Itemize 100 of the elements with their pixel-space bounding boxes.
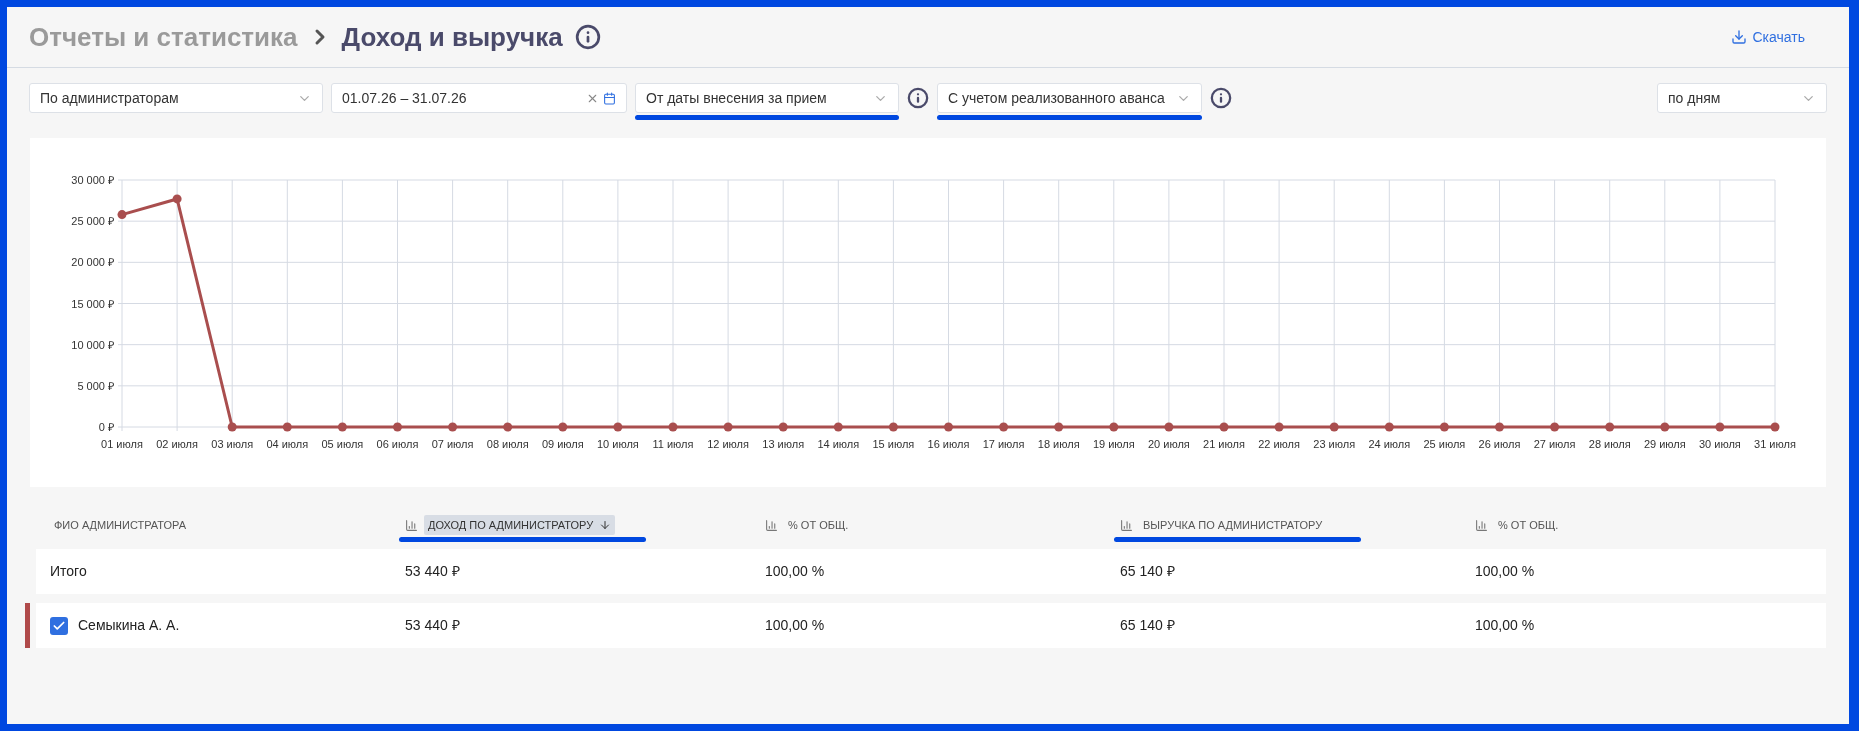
x-axis-label: 02 июля bbox=[156, 438, 198, 450]
table-row[interactable]: Семыкина А. А. 53 440 ₽ 100,00 % 65 140 ₽ 100,00 % bbox=[36, 603, 1826, 648]
data-point bbox=[1605, 422, 1615, 432]
x-axis-label: 05 июля bbox=[321, 438, 364, 450]
y-axis-label: 25 000 ₽ bbox=[71, 215, 114, 228]
data-point bbox=[337, 422, 347, 432]
column-header[interactable]: ФИО АДМИНИСТРАТОРА bbox=[50, 514, 191, 536]
data-point bbox=[1329, 422, 1339, 432]
data-point bbox=[833, 422, 843, 432]
x-axis-label: 12 июля bbox=[707, 438, 749, 450]
x-axis-label: 25 июля bbox=[1423, 438, 1466, 450]
data-point bbox=[944, 422, 953, 432]
data-point bbox=[1384, 422, 1394, 432]
data-point bbox=[1495, 422, 1504, 432]
data-point bbox=[1770, 422, 1780, 432]
calendar-icon[interactable] bbox=[603, 91, 616, 105]
table-cell-text: 100,00 % bbox=[765, 616, 825, 635]
table-cell-text: 53 440 ₽ bbox=[405, 562, 460, 581]
column-header[interactable]: % ОТ ОБЩ. bbox=[1494, 514, 1563, 536]
x-axis-label: 31 июля bbox=[1754, 438, 1796, 450]
table-cell-text: 100,00 % bbox=[1475, 616, 1535, 635]
y-axis-label: 20 000 ₽ bbox=[71, 256, 114, 269]
x-axis-label: 26 июля bbox=[1478, 438, 1521, 450]
x-axis-label: 01 июля bbox=[101, 438, 143, 450]
x-axis-label: 14 июля bbox=[817, 438, 860, 450]
data-point bbox=[1274, 422, 1284, 432]
data-point bbox=[393, 422, 402, 432]
info-icon[interactable] bbox=[907, 87, 929, 109]
x-axis-label: 03 июля bbox=[211, 438, 254, 450]
data-point bbox=[503, 422, 513, 432]
dropdown-select[interactable]: С учетом реализованного аванса bbox=[937, 83, 1202, 113]
x-axis-label: 17 июля bbox=[982, 438, 1025, 450]
download-button[interactable]: Скачать bbox=[1730, 26, 1805, 48]
table-cell-text: 100,00 % bbox=[765, 562, 825, 581]
x-axis-label: 22 июля bbox=[1258, 438, 1300, 450]
data-point bbox=[282, 422, 292, 432]
x-axis-label: 15 июля bbox=[872, 438, 915, 450]
data-point bbox=[1550, 422, 1560, 432]
x-axis-label: 06 июля bbox=[376, 438, 419, 450]
x-axis-label: 30 июля bbox=[1699, 438, 1741, 450]
table-cell-text: 100,00 % bbox=[1475, 562, 1535, 581]
data-point bbox=[1164, 422, 1174, 432]
data-point bbox=[778, 422, 788, 432]
data-point bbox=[1660, 422, 1670, 432]
x-axis-label: 18 июля bbox=[1037, 438, 1080, 450]
page-title: Доход и выручка bbox=[341, 20, 563, 54]
table-cell-text: 65 140 ₽ bbox=[1120, 562, 1175, 581]
data-point bbox=[1054, 422, 1064, 432]
y-axis-label: 30 000 ₽ bbox=[71, 174, 114, 186]
info-icon[interactable] bbox=[1210, 87, 1232, 109]
table-cell-text: Семыкина А. А. bbox=[78, 616, 180, 635]
x-axis-label: 21 июля bbox=[1203, 438, 1245, 450]
data-point bbox=[723, 422, 733, 432]
table-cell-text: 65 140 ₽ bbox=[1120, 616, 1175, 635]
date-range-field[interactable]: 01.07.26 – 31.07.26 bbox=[331, 83, 627, 113]
data-point bbox=[888, 422, 898, 432]
y-axis-label: 5 000 ₽ bbox=[77, 379, 114, 392]
column-header[interactable]: % ОТ ОБЩ. bbox=[784, 514, 853, 536]
data-point bbox=[613, 422, 623, 432]
x-axis-label: 07 июля bbox=[431, 438, 474, 450]
x-axis-label: 27 июля bbox=[1533, 438, 1576, 450]
info-icon[interactable] bbox=[574, 24, 601, 50]
dropdown-select[interactable]: От даты внесения за прием bbox=[635, 83, 899, 113]
column-header[interactable]: ДОХОД ПО АДМИНИСТРАТОРУ bbox=[424, 514, 616, 536]
data-point bbox=[1219, 422, 1229, 432]
data-point bbox=[1439, 422, 1449, 432]
x-axis-label: 11 июля bbox=[652, 438, 694, 450]
x-axis-label: 23 июля bbox=[1313, 438, 1356, 450]
x-axis-label: 16 июля bbox=[927, 438, 970, 450]
x-axis-label: 29 июля bbox=[1643, 438, 1686, 450]
x-axis-label: 20 июля bbox=[1148, 438, 1190, 450]
x-axis-label: 04 июля bbox=[266, 438, 309, 450]
download-icon bbox=[1730, 29, 1747, 45]
y-axis-label: 0 ₽ bbox=[98, 421, 114, 433]
y-axis-label: 10 000 ₽ bbox=[71, 338, 114, 351]
dropdown-select[interactable]: По администраторам bbox=[29, 83, 323, 113]
sort-arrow-icon bbox=[599, 519, 612, 531]
data-point bbox=[448, 422, 458, 432]
checkbox[interactable] bbox=[50, 616, 68, 635]
dropdown-select[interactable]: по дням bbox=[1657, 83, 1827, 113]
table-cell-text: Итого bbox=[50, 562, 87, 581]
data-point bbox=[999, 422, 1009, 432]
chart-icon[interactable] bbox=[765, 518, 778, 532]
x-axis-label: 24 июля bbox=[1368, 438, 1411, 450]
data-point bbox=[172, 194, 182, 204]
data-point bbox=[117, 210, 127, 220]
data-point bbox=[1715, 422, 1725, 432]
x-axis-label: 19 июля bbox=[1092, 438, 1135, 450]
x-axis-label: 08 июля bbox=[486, 438, 529, 450]
chart-icon[interactable] bbox=[405, 518, 418, 532]
x-axis-label: 28 июля bbox=[1588, 438, 1631, 450]
x-axis-label: 13 июля bbox=[762, 438, 805, 450]
table-row[interactable]: Итого 53 440 ₽ 100,00 % 65 140 ₽ 100,00 % bbox=[36, 549, 1826, 594]
table-cell-text: 53 440 ₽ bbox=[405, 616, 460, 635]
chart-icon[interactable] bbox=[1475, 518, 1488, 532]
x-axis-label: 09 июля bbox=[541, 438, 584, 450]
chart-icon[interactable] bbox=[1120, 518, 1133, 532]
y-axis-label: 15 000 ₽ bbox=[71, 297, 114, 310]
data-point bbox=[668, 422, 678, 432]
column-header[interactable]: ВЫРУЧКА ПО АДМИНИСТРАТОРУ bbox=[1139, 514, 1327, 536]
